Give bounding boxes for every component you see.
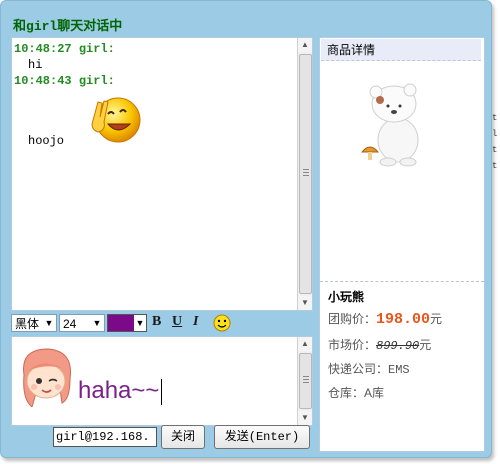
peace-smiley-emoticon (86, 90, 144, 149)
message-sender: girl: (78, 42, 115, 56)
underline-button[interactable]: U (172, 314, 182, 330)
chevron-down-icon: ▼ (134, 315, 146, 331)
message-input[interactable]: haha~~ ▲ ▼ (11, 336, 313, 426)
background-glyph: l (492, 129, 498, 139)
courier-row: 快递公司：EMS (328, 360, 410, 377)
chevron-down-icon: ▼ (92, 318, 102, 328)
history-scrollbar[interactable]: ▲ ▼ (297, 38, 312, 310)
background-glyph: t (492, 161, 498, 171)
market-price-unit: 元 (419, 338, 432, 352)
courier-value: EMS (388, 363, 410, 377)
product-panel-header: 商品详情 (321, 39, 481, 61)
product-name: 小玩熊 (328, 290, 365, 304)
product-panel: 商品详情 小玩熊 团购价：198.00元 市场价：899.90元 快递公司：EM… (319, 37, 485, 452)
chat-history: 10:48:27 girl: hi 10:48:43 girl: hoojo ▲… (11, 37, 313, 311)
teddy-bear-image[interactable] (358, 78, 430, 171)
chevron-down-icon: ▼ (44, 318, 54, 328)
scroll-down-arrow-icon[interactable]: ▼ (298, 296, 312, 310)
background-page-text: t l t t (492, 110, 498, 174)
smiley-icon[interactable] (213, 314, 231, 335)
window-title: 和girl聊天对话中 (13, 15, 122, 34)
title-username: girl (26, 19, 58, 34)
group-price-row: 团购价：198.00元 (328, 310, 442, 328)
format-toolbar: 黑体 ▼ 24 ▼ ▼ B U I (11, 314, 311, 334)
market-price-label: 市场价： (328, 338, 377, 352)
warehouse-label: 仓库： (328, 386, 365, 400)
title-suffix: 聊天对话中 (57, 18, 123, 33)
group-price-unit: 元 (430, 312, 443, 326)
message-text: hoojo (28, 134, 65, 148)
close-button[interactable]: 关闭 (161, 425, 205, 449)
girl-avatar-emoticon (16, 345, 76, 410)
font-size-select[interactable]: 24 ▼ (59, 314, 105, 332)
font-size-value: 24 (63, 317, 77, 331)
message-header: 10:48:43 girl: (14, 74, 115, 88)
message-text: hi (28, 58, 43, 72)
scrollbar-thumb[interactable] (299, 54, 312, 294)
address-field[interactable]: girl@192.168. (53, 427, 157, 447)
typed-text: haha~~ (78, 377, 160, 404)
scrollbar-thumb[interactable] (299, 353, 312, 409)
scroll-down-arrow-icon[interactable]: ▼ (298, 411, 312, 425)
input-scrollbar[interactable]: ▲ ▼ (297, 337, 312, 425)
courier-label: 快递公司： (328, 362, 389, 376)
scroll-up-arrow-icon[interactable]: ▲ (298, 38, 312, 52)
market-price-row: 市场价：899.90元 (328, 336, 431, 353)
text-cursor (161, 378, 163, 405)
group-price-value: 198.00 (376, 311, 431, 328)
typed-message: haha~~ (78, 377, 163, 405)
font-family-select[interactable]: 黑体 ▼ (11, 314, 57, 332)
product-divider (320, 281, 484, 282)
message-sender: girl: (78, 74, 115, 88)
italic-button[interactable]: I (193, 314, 198, 330)
bold-button[interactable]: B (152, 314, 161, 330)
warehouse-value: A库 (364, 386, 385, 400)
text-color-picker[interactable]: ▼ (107, 314, 147, 332)
group-price-label: 团购价： (328, 312, 377, 326)
font-family-value: 黑体 (15, 317, 40, 331)
message-time: 10:48:27 (14, 42, 72, 56)
market-price-value: 899.90 (376, 339, 420, 353)
warehouse-row: 仓库：A库 (328, 384, 384, 401)
title-prefix: 和 (13, 18, 27, 33)
message-header: 10:48:27 girl: (14, 42, 115, 56)
background-glyph: t (492, 113, 498, 123)
message-time: 10:48:43 (14, 74, 72, 88)
background-glyph: t (492, 145, 498, 155)
scroll-up-arrow-icon[interactable]: ▲ (298, 337, 312, 351)
chat-window: 和girl聊天对话中 10:48:27 girl: hi 10:48:43 gi… (0, 0, 492, 458)
send-button[interactable]: 发送(Enter) (214, 425, 310, 449)
